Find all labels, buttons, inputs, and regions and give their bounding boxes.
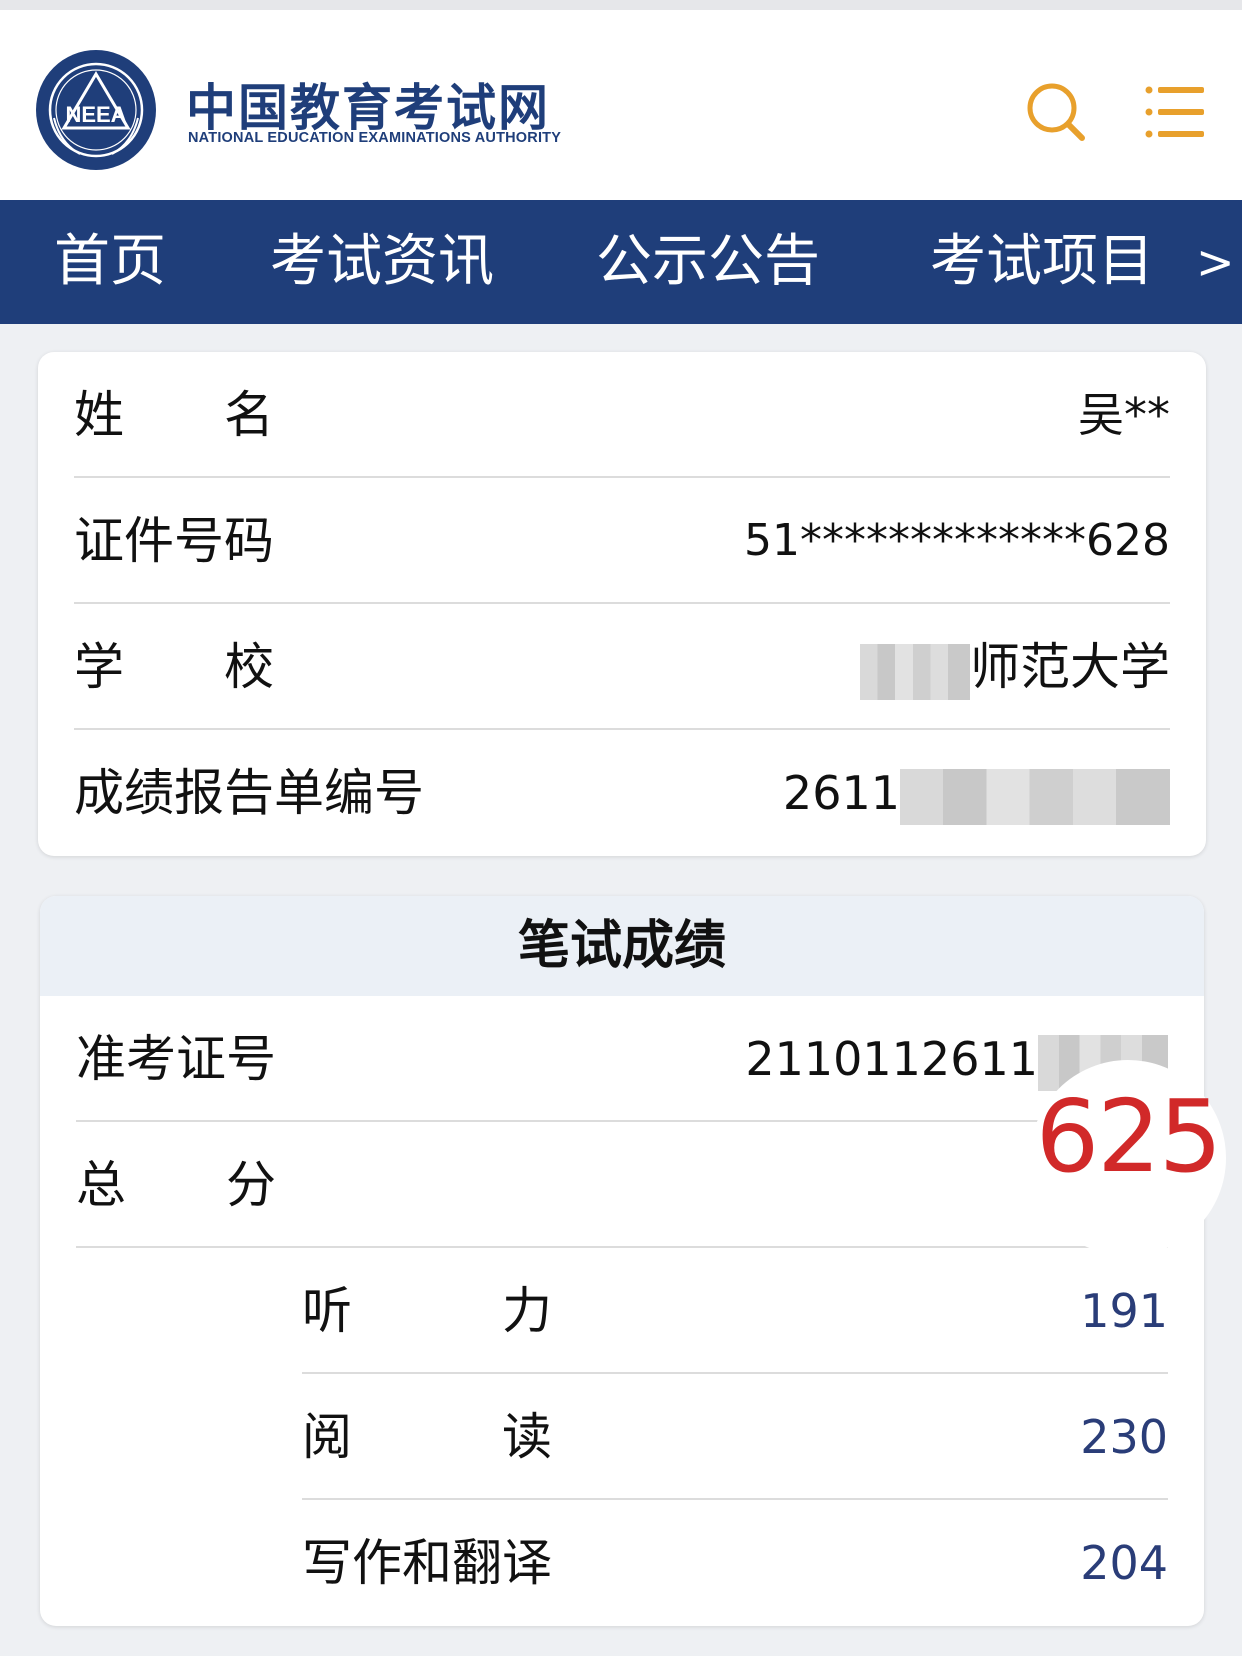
- menu-icon[interactable]: [1144, 84, 1206, 140]
- nav-exam-projects[interactable]: 考试项目: [930, 200, 1154, 324]
- report-number-value: 2611: [782, 766, 900, 820]
- search-icon[interactable]: [1024, 80, 1088, 144]
- id-number-label: 证件号码: [74, 512, 274, 570]
- written-score-card: 笔试成绩 准考证号 2110112611 总 分 听 力 191 阅 读 230…: [40, 896, 1204, 1626]
- row-id-number: 证件号码 51*************628: [74, 478, 1170, 604]
- neea-logo[interactable]: NEEA: [34, 48, 158, 172]
- row-name: 姓 名 吴**: [74, 352, 1170, 478]
- ticket-number-value: 2110112611: [745, 1032, 1038, 1086]
- row-ticket-number: 准考证号 2110112611: [76, 996, 1168, 1122]
- row-listening: 听 力 191: [302, 1248, 1168, 1374]
- row-reading: 阅 读 230: [302, 1374, 1168, 1500]
- main-nav: 首页 考试资讯 公示公告 考试项目 >: [0, 200, 1242, 324]
- report-number-value-wrap: 2611: [783, 730, 1170, 856]
- writing-translation-label: 写作和翻译: [302, 1534, 552, 1592]
- name-label: 姓 名: [74, 386, 274, 444]
- total-score-value: 625: [1035, 1078, 1223, 1195]
- status-strip: [0, 0, 1242, 10]
- school-value-wrap: 师范大学: [860, 604, 1170, 730]
- row-writing-translation: 写作和翻译 204: [302, 1500, 1168, 1626]
- nav-more-arrow-icon[interactable]: >: [1196, 200, 1235, 324]
- row-total-score: 总 分: [76, 1122, 1168, 1248]
- name-value: 吴**: [1078, 388, 1170, 442]
- ticket-number-label: 准考证号: [76, 1030, 276, 1088]
- nav-announcements[interactable]: 公示公告: [596, 200, 820, 324]
- reading-value: 230: [1080, 1410, 1168, 1464]
- logo-text: NEEA: [65, 102, 126, 127]
- school-value: 师范大学: [970, 638, 1170, 696]
- total-score-label: 总 分: [76, 1156, 276, 1214]
- redacted-blur: [860, 643, 970, 700]
- writing-translation-value: 204: [1080, 1536, 1168, 1590]
- school-label: 学 校: [74, 638, 274, 696]
- report-number-label: 成绩报告单编号: [74, 764, 424, 822]
- row-school: 学 校 师范大学: [74, 604, 1170, 730]
- id-number-value: 51*************628: [744, 515, 1170, 566]
- nav-home[interactable]: 首页: [54, 200, 166, 324]
- section-title: 笔试成绩: [40, 896, 1204, 996]
- redacted-blur: [900, 768, 1170, 825]
- candidate-info-card: 姓 名 吴** 证件号码 51*************628 学 校 师范大学…: [38, 352, 1206, 856]
- site-subtitle: NATIONAL EDUCATION EXAMINATIONS AUTHORIT…: [188, 130, 562, 146]
- row-report-number: 成绩报告单编号 2611: [74, 730, 1170, 856]
- listening-value: 191: [1080, 1284, 1168, 1338]
- listening-label: 听 力: [302, 1282, 552, 1340]
- site-header: NEEA 中国教育考试网 NATIONAL EDUCATION EXAMINAT…: [0, 10, 1242, 200]
- nav-exam-news[interactable]: 考试资讯: [270, 200, 494, 324]
- reading-label: 阅 读: [302, 1408, 552, 1466]
